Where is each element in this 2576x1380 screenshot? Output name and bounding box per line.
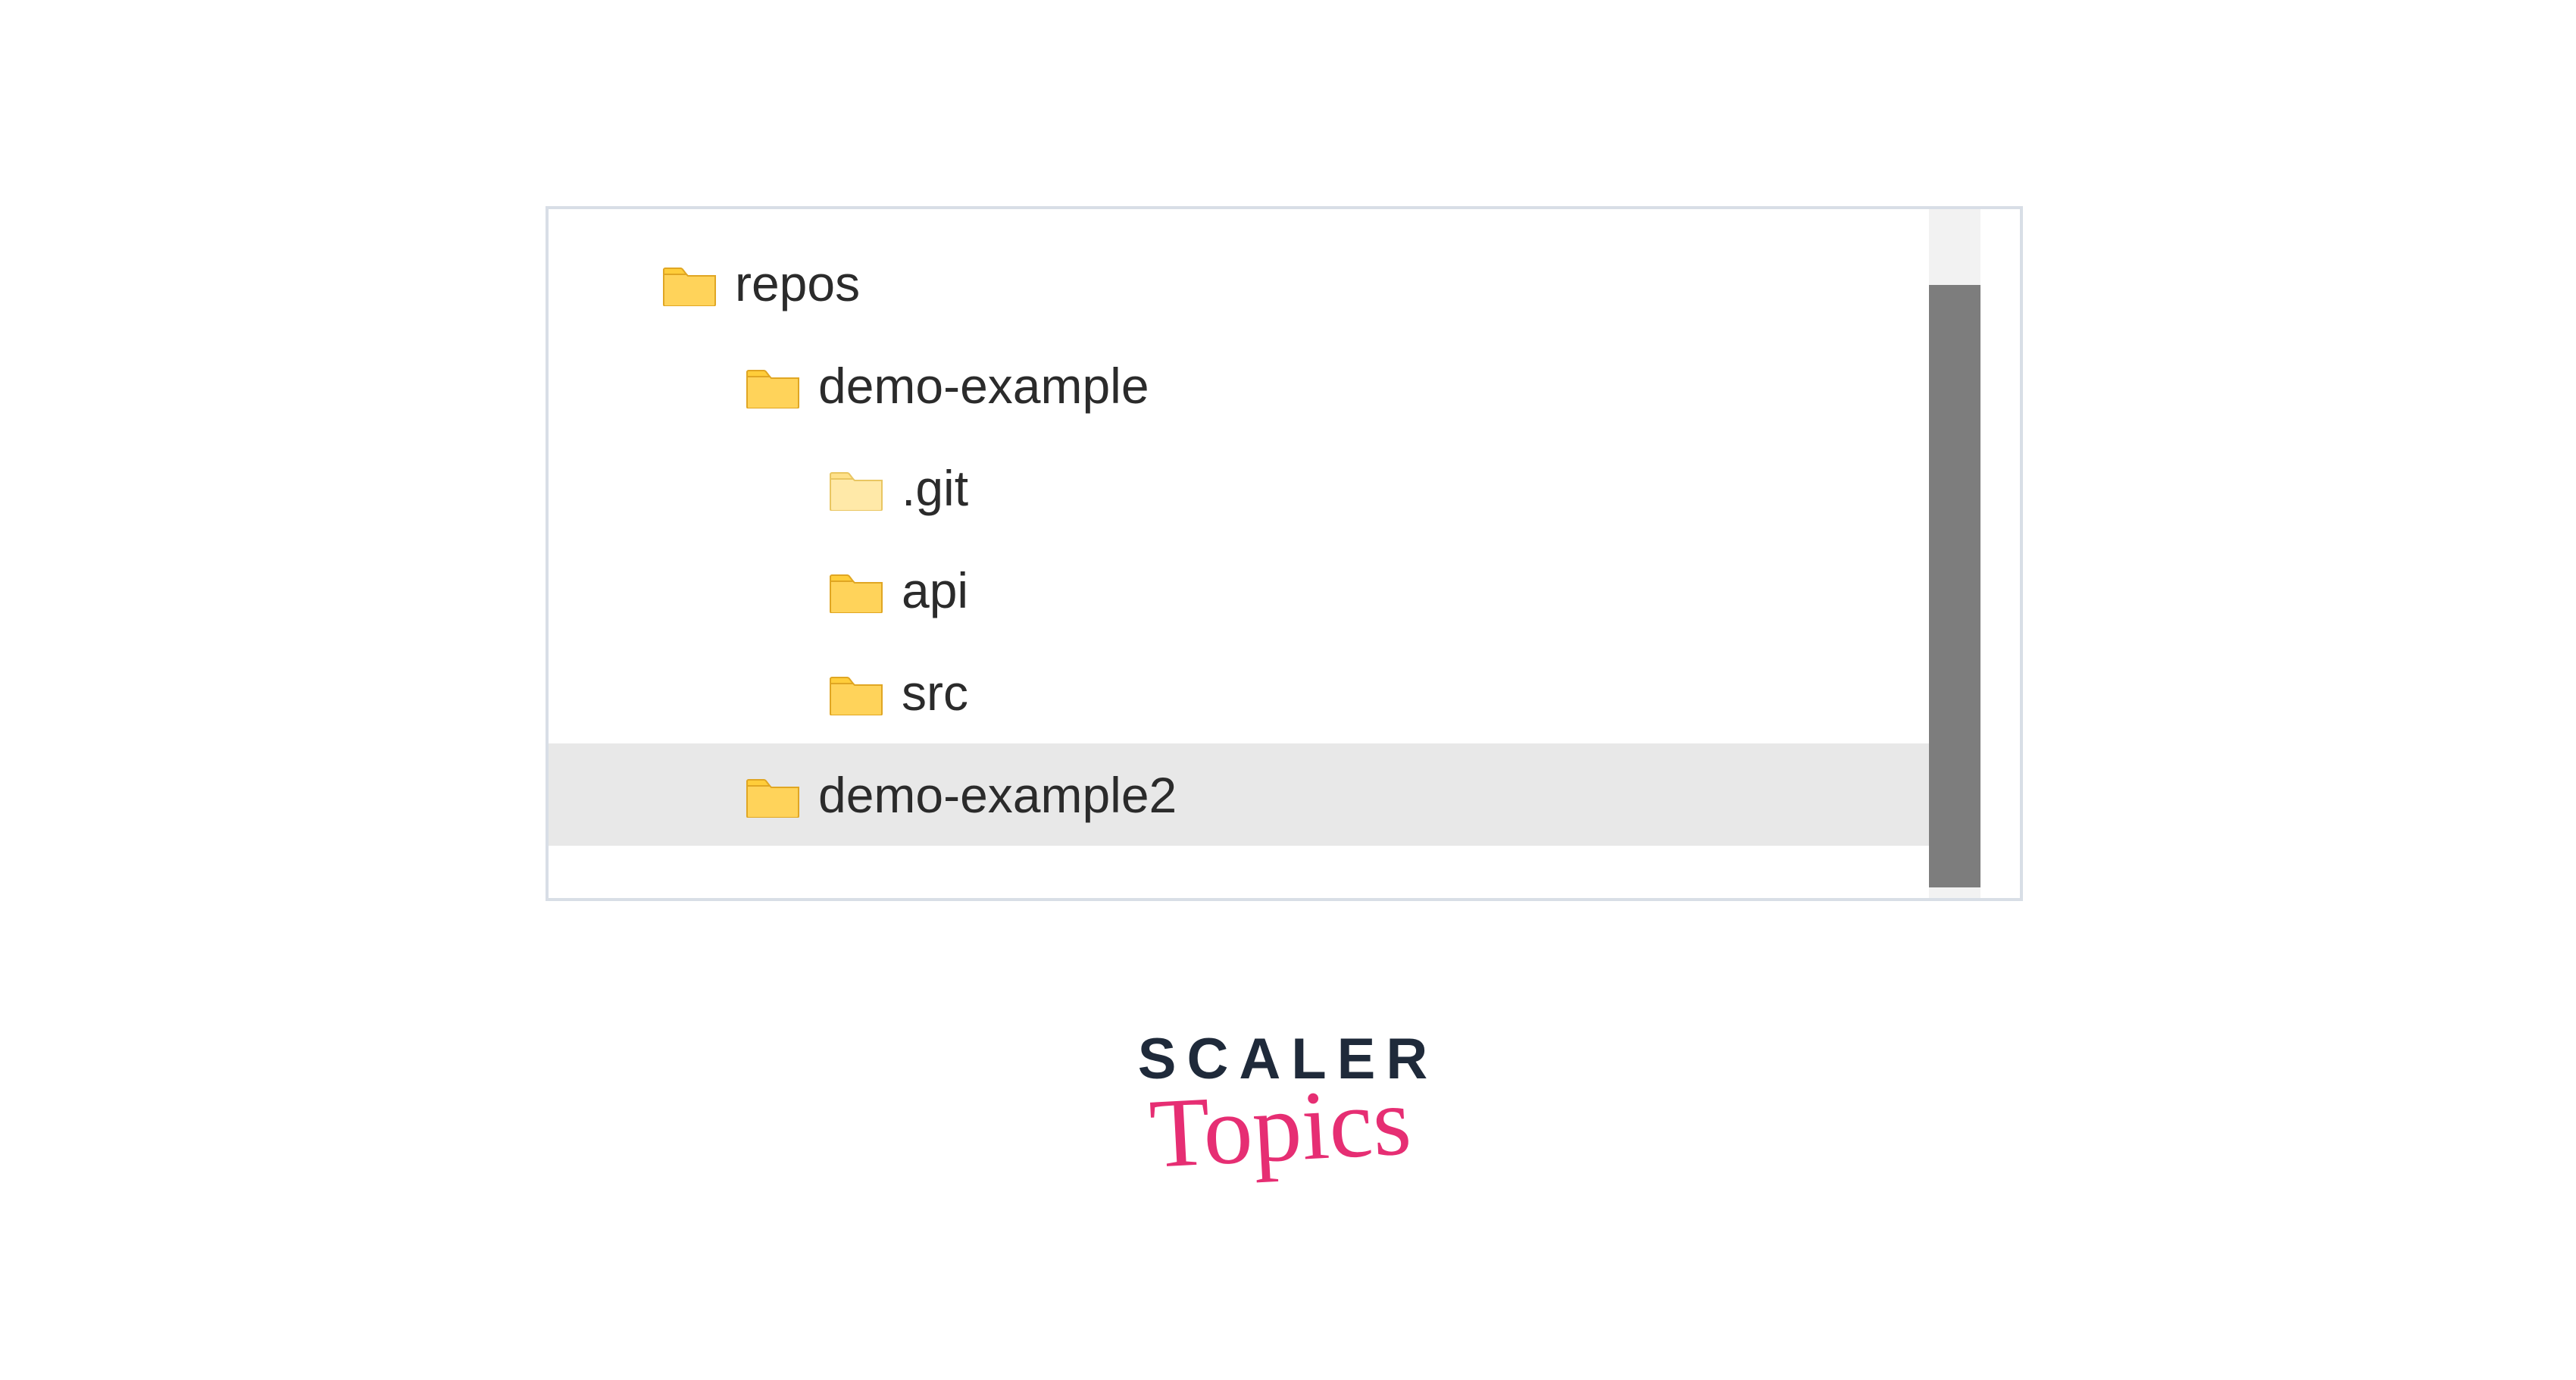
folder-icon <box>662 261 717 306</box>
tree-row[interactable]: repos <box>549 232 1929 334</box>
folder-icon <box>829 670 883 715</box>
scrollbar-thumb[interactable] <box>1929 285 1980 887</box>
brand-logo: SCALER Topics <box>0 1031 2576 1172</box>
tree-row[interactable]: .git <box>549 437 1929 539</box>
file-tree-panel: repos demo-example .gi <box>546 206 2023 901</box>
tree-row[interactable]: api <box>549 539 1929 641</box>
tree-row-label: .git <box>902 459 968 517</box>
tree-row[interactable]: src <box>549 641 1929 743</box>
tree-row[interactable]: demo-example2 <box>549 743 1929 846</box>
folder-icon <box>829 568 883 613</box>
file-tree[interactable]: repos demo-example .gi <box>549 209 1929 898</box>
folder-icon <box>746 363 800 408</box>
tree-row-label: demo-example2 <box>818 766 1177 824</box>
tree-row-label: api <box>902 562 968 619</box>
scrollbar[interactable] <box>1929 209 2020 898</box>
folder-icon <box>746 772 800 818</box>
folder-icon-light <box>829 465 883 511</box>
tree-row-label: demo-example <box>818 357 1149 415</box>
tree-row-label: src <box>902 664 968 721</box>
tree-row[interactable]: demo-example <box>549 334 1929 437</box>
tree-row-label: repos <box>735 255 860 312</box>
